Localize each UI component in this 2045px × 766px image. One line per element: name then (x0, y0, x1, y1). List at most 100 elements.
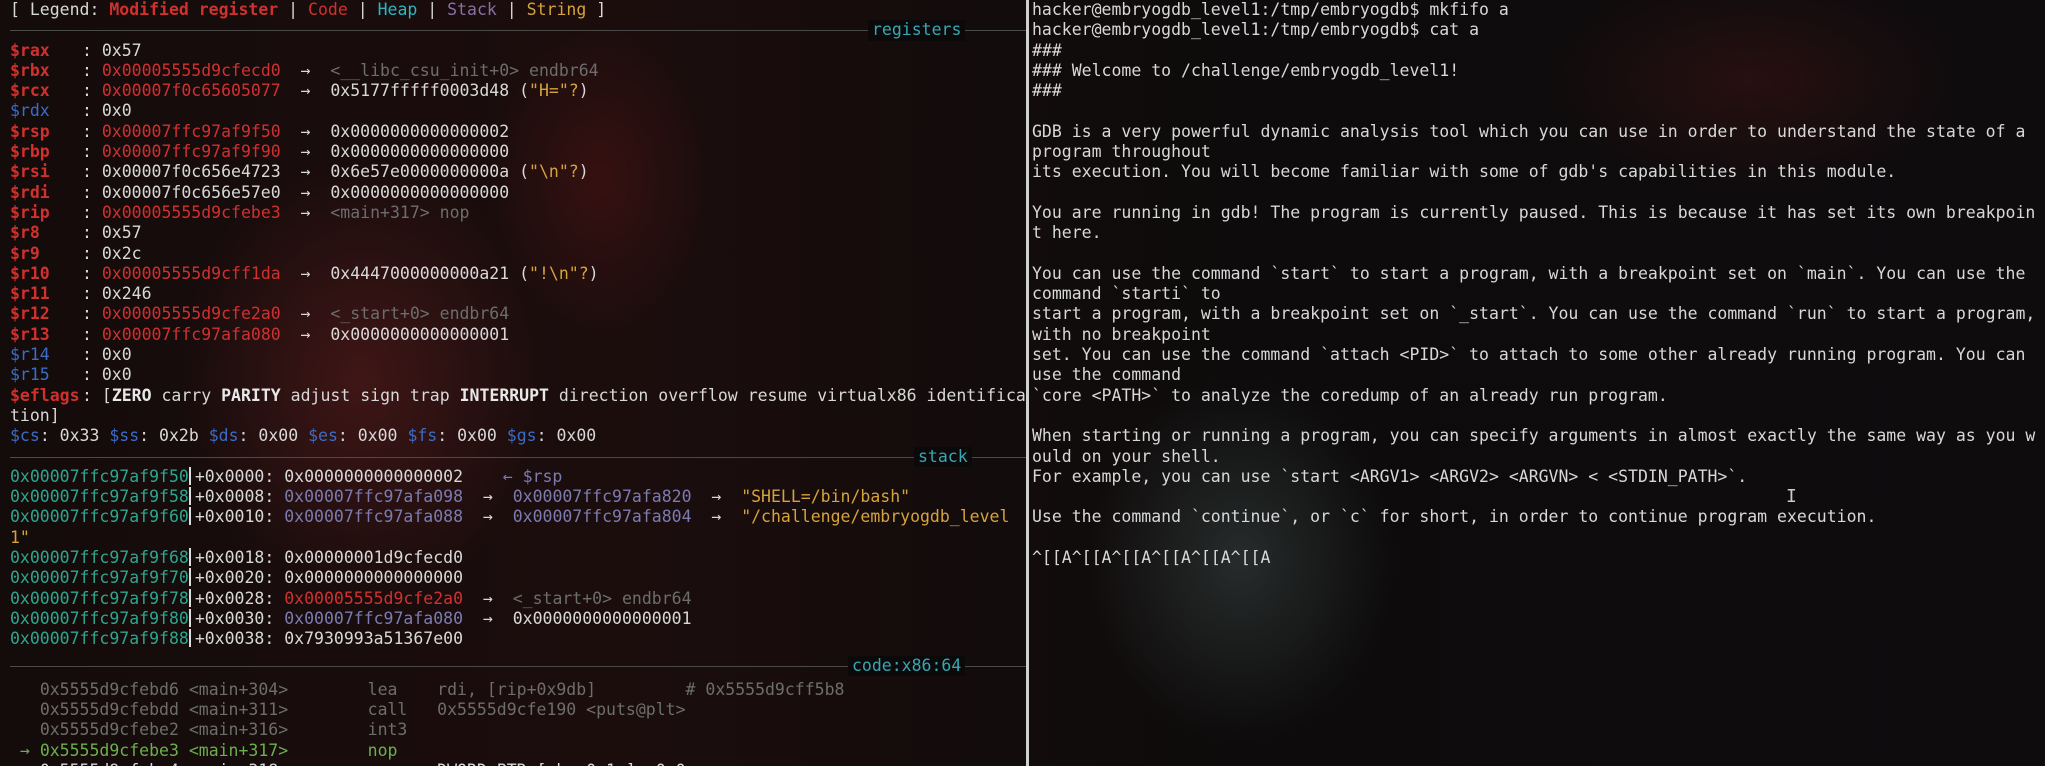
segment-name: $cs (10, 426, 40, 446)
register-value: : (82, 324, 102, 344)
register-value: : 0x57 (82, 223, 142, 243)
pane-divider[interactable] (1026, 0, 1029, 766)
deref-string: "H="? (529, 81, 579, 101)
deref-value: 0x5177fffff0003d48 ( (330, 81, 530, 101)
register-row: $r10: 0x00005555d9cff1da → 0x44470000000… (10, 264, 1026, 284)
register-row: $r14: 0x0 (10, 345, 1026, 365)
stack-row: 0x00007ffc97af9f80 +0x0030: 0x00007ffc97a… (10, 608, 1026, 629)
register-name: $rip (10, 202, 50, 222)
disasm-comment: # 0x5555d9cff5b8 (596, 679, 845, 699)
terminal-line: For example, you can use `start <ARGV1> … (1032, 466, 1748, 486)
register-name: $rax (10, 40, 50, 60)
stack-separator (188, 588, 191, 607)
terminal-line: hacker@embryogdb_level1:/tmp/embryogdb$ … (1032, 0, 1509, 19)
register-deref: <__libc_csu_init+0> endbr64 (330, 60, 599, 80)
register-value: : 0x2c (82, 243, 142, 263)
shell-terminal-pane[interactable]: hacker@embryogdb_level1:/tmp/embryogdb$ … (1030, 0, 2045, 766)
register-row: $rbp: 0x00007ffc97af9f90 → 0x00000000000… (10, 142, 1026, 162)
register-row: $rbx: 0x00005555d9cfecd0 → <__libc_csu_i… (10, 61, 1026, 81)
arrow-icon: → (280, 324, 331, 344)
terminal-line: ^[[A^[[A^[[A^[[A^[[A^[[A (1032, 548, 1271, 568)
legend-stack: Stack (447, 0, 497, 19)
stack-address: 0x00007ffc97af9f80 (10, 608, 189, 628)
register-row: $rcx: 0x00007f0c65605077 → 0x5177fffff00… (10, 81, 1026, 101)
stack-address: 0x00007ffc97af9f88 (10, 629, 189, 649)
stack-address: 0x00007ffc97af9f60 (10, 507, 189, 527)
deref-string: "\n"? (529, 162, 579, 182)
eflags-line: $eflags: [ZERO carry PARITY adjust sign … (10, 386, 1026, 427)
stack-value: 0x00000001d9cfecd0 (284, 548, 464, 568)
stack-code-pointer: 0x00005555d9cfe2a0 (284, 588, 464, 608)
stack-address: 0x00007ffc97af9f68 (10, 548, 189, 568)
registers-label: registers (868, 20, 966, 41)
terminal-line: its execution. You will become familiar … (1032, 162, 1897, 182)
stack-address: 0x00007ffc97af9f78 (10, 588, 189, 608)
register-value: : 0x57 (82, 40, 142, 60)
legend-sep: | (417, 0, 448, 19)
text-cursor-icon: I (1786, 486, 1797, 507)
register-deref: 0x0000000000000000 (330, 182, 510, 202)
register-row: $rax : 0x57 (10, 41, 1026, 61)
register-value: : (82, 142, 102, 162)
legend-suffix: ] (586, 0, 607, 19)
register-name: $r8 (10, 223, 40, 243)
arrow-icon: → (280, 60, 331, 80)
register-pointer: 0x00005555d9cff1da (101, 263, 281, 283)
stack-separator (188, 548, 191, 567)
disasm-address: 0x5555d9cfebe2 <main+316> (39, 720, 348, 740)
register-name: $r12 (10, 304, 50, 324)
register-name: $r9 (10, 243, 40, 263)
stack-row: 0x00007ffc97af9f78 +0x0028: 0x00005555d9c… (10, 588, 1026, 609)
arrow-icon: → (463, 507, 513, 527)
disasm-opcode: mov (348, 761, 437, 766)
segment-value: : 0x00 (437, 426, 507, 446)
gdb-gef-pane[interactable]: [ Legend: Modified register | Code | Hea… (0, 0, 1026, 766)
stack-value: 0x0000000000000000 (284, 568, 464, 588)
code-disassembly: 0x5555d9cfebd6 <main+304> lea rdi, [rip+… (10, 680, 1026, 766)
stack-separator (188, 568, 191, 587)
arrow-icon: → (691, 487, 742, 507)
eflags-open: : [ (82, 385, 112, 405)
register-name: $r10 (10, 263, 50, 283)
register-value: : (82, 263, 102, 283)
arrow-icon: → (463, 487, 513, 507)
disasm-opcode: int3 (347, 720, 438, 740)
stack-value: 0x0000000000000001 (512, 608, 692, 628)
disasm-address: 0x5555d9cfebe3 <main+317> (39, 740, 348, 760)
segment-registers-line: $cs: 0x33 $ss: 0x2b $ds: 0x00 $es: 0x00 … (10, 426, 1026, 446)
register-deref: 0x4447000000000a21 ("!\n"?) (330, 264, 598, 283)
terminal-line: set. You can use the command `attach <PI… (1032, 345, 2036, 385)
terminal-line: When starting or running a program, you … (1032, 426, 2036, 466)
stack-separator (188, 507, 191, 526)
eflag: direction (558, 385, 649, 405)
deref-paren: ) (578, 81, 589, 101)
register-deref: <_start+0> endbr64 (330, 304, 510, 324)
eflag: carry (161, 385, 212, 405)
eflag: PARITY (221, 385, 281, 405)
stack-offset: +0x0028: (194, 588, 285, 608)
segment-value: : 0x33 (39, 426, 110, 446)
terminal-line: You can use the command `start` to start… (1032, 263, 2036, 304)
register-value: : (82, 121, 102, 141)
eflag: sign (360, 385, 400, 405)
stack-offset: +0x0020: (194, 568, 285, 588)
stack-offset: +0x0008: (194, 487, 285, 507)
register-deref: 0x0000000000000002 (330, 121, 510, 141)
eflag: trap (409, 385, 450, 405)
disasm-args: rdi, [rip+0x9db] (437, 679, 597, 699)
code-label: code:x86:64 (848, 655, 966, 676)
disasm-row: 0x5555d9cfebe2 <main+316> int3 (10, 720, 1026, 740)
terminal-line: You are running in gdb! The program is c… (1032, 202, 2036, 243)
eflag: resume (747, 385, 808, 405)
terminal-line: ### (1032, 40, 1062, 60)
current-marker (10, 761, 40, 766)
stack-address: 0x00007ffc97af9f50 (10, 466, 189, 486)
